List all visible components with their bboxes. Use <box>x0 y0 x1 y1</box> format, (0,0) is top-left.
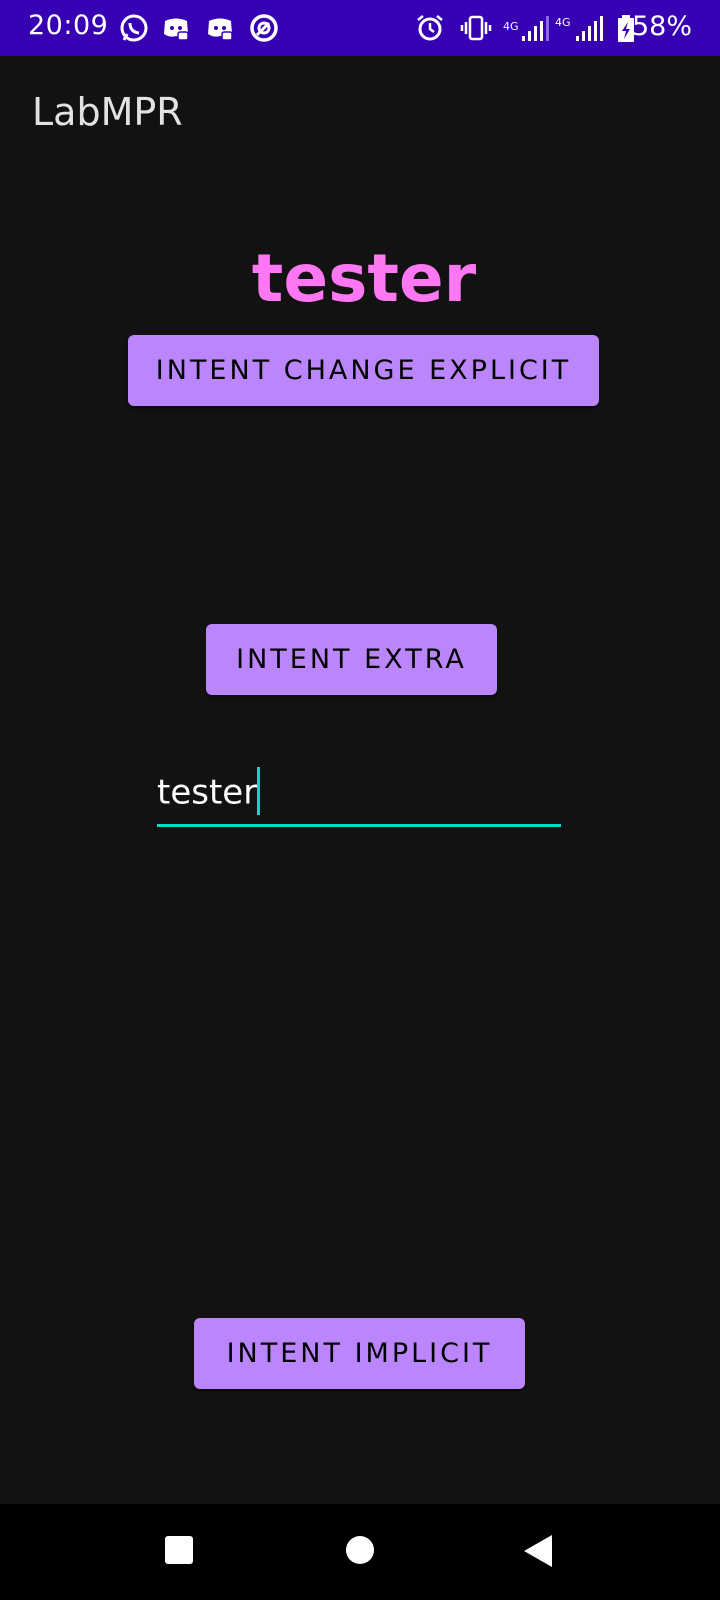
app-icon <box>250 14 278 42</box>
battery-percent: 58% <box>631 11 692 42</box>
network-type-2: 4G <box>555 16 571 29</box>
signal-icon <box>576 16 603 41</box>
status-bar: 20:09 4G 4G 58% <box>0 0 720 56</box>
vibrate-icon <box>460 15 492 41</box>
signal-icon <box>522 16 549 41</box>
whatsapp-icon <box>120 14 148 42</box>
back-triangle-icon[interactable] <box>522 1534 554 1568</box>
network-type-1: 4G <box>503 20 519 33</box>
alarm-icon <box>417 15 443 41</box>
display-text: tester <box>251 240 477 317</box>
intent-implicit-button[interactable]: INTENT IMPLICIT <box>194 1318 525 1389</box>
intent-extra-button[interactable]: INTENT EXTRA <box>206 624 497 695</box>
text-input[interactable]: tester <box>157 764 561 827</box>
intent-change-explicit-button[interactable]: INTENT CHANGE EXPLICIT <box>128 335 599 406</box>
app-title: LabMPR <box>32 90 183 134</box>
discord-icon <box>208 18 233 41</box>
navigation-bar <box>0 1504 720 1600</box>
recents-square-icon[interactable] <box>163 1534 195 1566</box>
home-circle-icon[interactable] <box>344 1534 376 1566</box>
text-cursor <box>257 767 261 815</box>
status-time: 20:09 <box>28 10 109 41</box>
discord-icon <box>164 18 189 41</box>
text-input-value: tester <box>157 767 261 818</box>
